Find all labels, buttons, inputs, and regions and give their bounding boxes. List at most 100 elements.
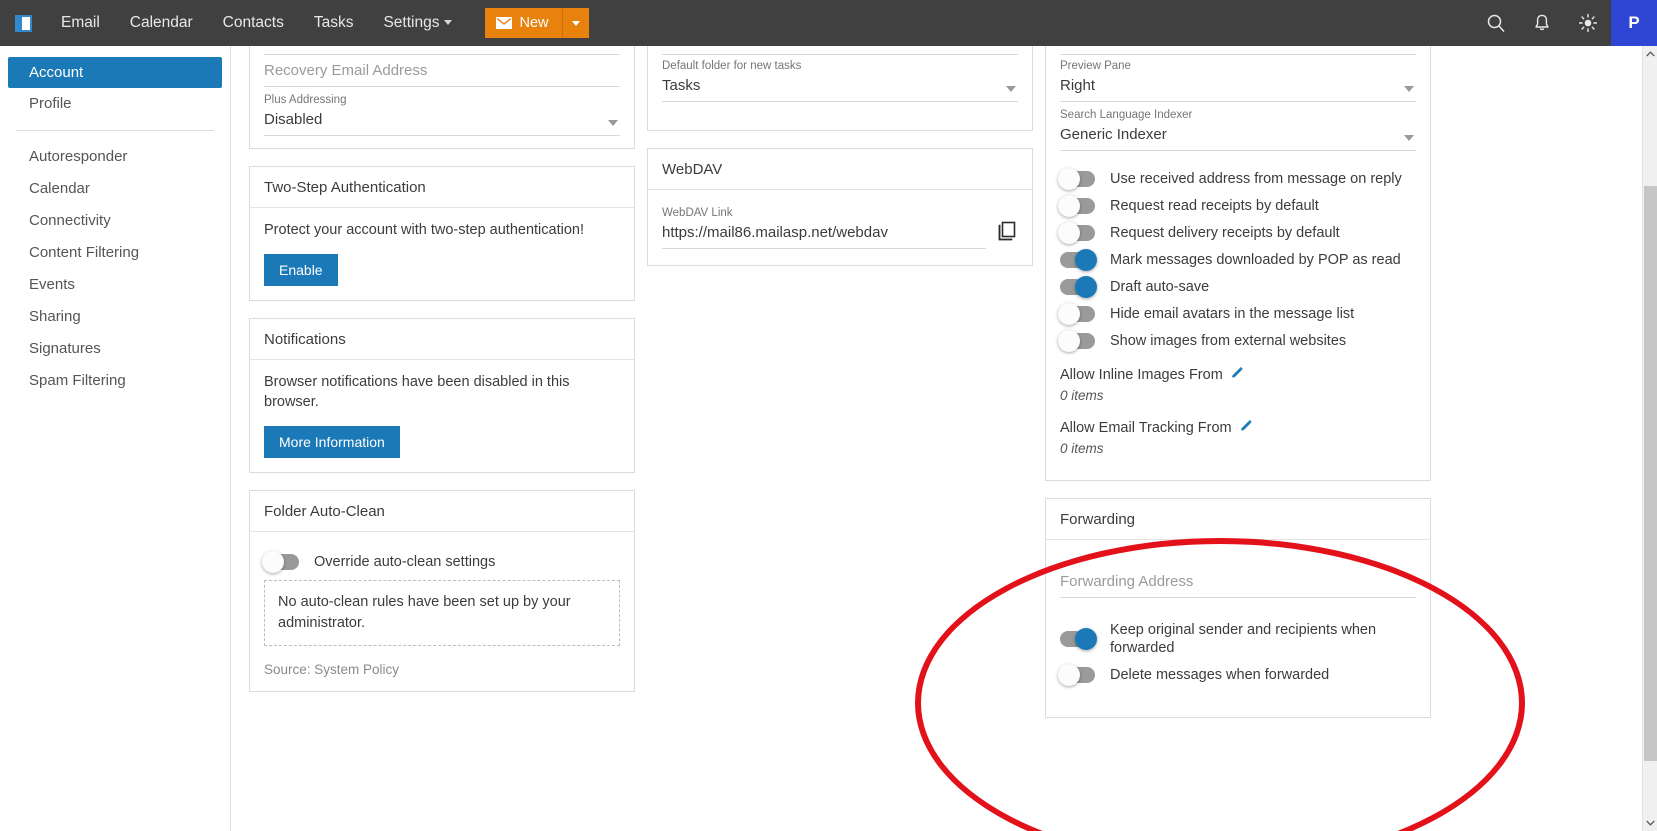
notifications-title: Notifications: [250, 319, 634, 360]
bell-icon[interactable]: [1519, 0, 1565, 46]
nav-item-email[interactable]: Email: [46, 0, 115, 46]
allow-inline-images-row: Allow Inline Images From: [1060, 366, 1416, 384]
draft-auto-save-label: Draft auto-save: [1110, 279, 1210, 295]
nav-item-tasks[interactable]: Tasks: [299, 0, 369, 46]
webdav-link-row: WebDAV Link https://mail86.mailasp.net/w…: [662, 202, 1018, 251]
panel-toggle-button[interactable]: [0, 0, 46, 46]
request-read-receipts-label: Request read receipts by default: [1110, 198, 1319, 214]
sidebar-item-spam-filtering[interactable]: Spam Filtering: [8, 365, 222, 396]
copy-icon[interactable]: [996, 220, 1018, 247]
preview-pane-select[interactable]: Preview Pane Right: [1060, 55, 1416, 102]
hide-avatars-toggle[interactable]: [1058, 303, 1095, 325]
sidebar-item-calendar[interactable]: Calendar: [8, 173, 222, 204]
two-step-authentication-card: Two-Step Authentication Protect your acc…: [249, 166, 635, 301]
plus-addressing-value: Disabled: [264, 111, 323, 128]
toggle-row: Mark messages downloaded by POP as read: [1060, 249, 1416, 271]
sidebar-item-signatures[interactable]: Signatures: [8, 333, 222, 364]
allow-email-tracking-count: 0 items: [1060, 441, 1104, 456]
field-underline: [1060, 101, 1416, 102]
mail-settings-card: Preview Pane Right Search Language Index…: [1045, 46, 1431, 481]
scrollbar-thumb[interactable]: [1644, 186, 1657, 761]
request-delivery-receipts-toggle[interactable]: [1058, 222, 1095, 244]
nav-item-settings[interactable]: Settings: [368, 0, 467, 46]
pencil-icon[interactable]: [1239, 419, 1253, 437]
settings-sidebar: Account Profile Autoresponder Calendar C…: [0, 46, 231, 831]
top-bar-actions: P: [1473, 0, 1657, 46]
scroll-down-arrow-icon[interactable]: [1643, 815, 1657, 831]
toggle-row: Draft auto-save: [1060, 276, 1416, 298]
sidebar-item-sharing[interactable]: Sharing: [8, 301, 222, 332]
toggle-knob: [1075, 276, 1097, 298]
more-information-button[interactable]: More Information: [264, 426, 400, 458]
request-read-receipts-toggle[interactable]: [1058, 195, 1095, 217]
keep-original-sender-toggle[interactable]: [1060, 628, 1097, 650]
toggle-knob: [262, 551, 284, 573]
enable-two-step-button[interactable]: Enable: [264, 254, 338, 286]
use-received-address-toggle[interactable]: [1058, 168, 1095, 190]
new-button-group: New: [485, 8, 589, 38]
sidebar-divider: [16, 130, 214, 131]
webdav-link-value: https://mail86.mailasp.net/webdav: [662, 224, 888, 241]
forwarding-address-field[interactable]: Forwarding Address: [1060, 566, 1416, 598]
delete-when-forwarded-toggle[interactable]: [1058, 664, 1095, 686]
default-task-folder-label: Default folder for new tasks: [662, 60, 802, 72]
draft-auto-save-toggle[interactable]: [1060, 276, 1097, 298]
vertical-scrollbar[interactable]: [1642, 46, 1657, 831]
webdav-title: WebDAV: [648, 149, 1032, 190]
search-icon[interactable]: [1473, 0, 1519, 46]
toggle-knob: [1058, 168, 1080, 190]
notifications-card: Notifications Browser notifications have…: [249, 318, 635, 473]
toggle-row: Use received address from message on rep…: [1058, 168, 1416, 190]
new-button-dropdown[interactable]: [561, 8, 589, 38]
chevron-down-icon: [444, 20, 453, 26]
request-delivery-receipts-label: Request delivery receipts by default: [1110, 225, 1340, 241]
folder-auto-clean-card: Folder Auto-Clean Override auto-clean se…: [249, 490, 635, 692]
sidebar-item-content-filtering[interactable]: Content Filtering: [8, 237, 222, 268]
envelope-icon: [496, 17, 513, 29]
pencil-icon[interactable]: [1230, 366, 1244, 384]
panel-toggle-icon: [14, 14, 32, 32]
field-underline: [264, 86, 620, 87]
field-underline: [1060, 150, 1416, 151]
forwarding-address-placeholder: Forwarding Address: [1060, 573, 1194, 590]
recovery-email-field[interactable]: Recovery Email Address: [264, 55, 620, 87]
override-auto-clean-toggle[interactable]: [262, 551, 299, 573]
webdav-link-field[interactable]: WebDAV Link https://mail86.mailasp.net/w…: [662, 202, 986, 249]
mark-pop-as-read-toggle[interactable]: [1060, 249, 1097, 271]
allow-email-tracking-label: Allow Email Tracking From: [1060, 420, 1232, 436]
override-auto-clean-row: Override auto-clean settings: [262, 551, 620, 573]
search-indexer-select[interactable]: Search Language Indexer Generic Indexer: [1060, 104, 1416, 151]
forwarding-card: Forwarding Forwarding Address Keep origi…: [1045, 498, 1431, 718]
folder-auto-clean-body: Override auto-clean settings No auto-cle…: [250, 532, 634, 691]
field-underline: [662, 101, 1018, 102]
toggle-knob: [1058, 303, 1080, 325]
preview-pane-label: Preview Pane: [1060, 60, 1131, 72]
field-underline: [264, 135, 620, 136]
use-received-address-label: Use received address from message on rep…: [1110, 171, 1402, 187]
preview-pane-value: Right: [1060, 77, 1096, 94]
chevron-down-icon: [571, 20, 580, 26]
nav-item-contacts[interactable]: Contacts: [208, 0, 299, 46]
default-task-folder-select[interactable]: Default folder for new tasks Tasks: [662, 55, 1018, 102]
auto-clean-source: Source: System Policy: [264, 662, 400, 677]
scroll-up-arrow-icon[interactable]: [1643, 46, 1657, 62]
show-external-images-toggle[interactable]: [1058, 330, 1095, 352]
nav-item-calendar[interactable]: Calendar: [115, 0, 208, 46]
keep-original-sender-label: Keep original sender and recipients when…: [1110, 622, 1377, 656]
sidebar-item-events[interactable]: Events: [8, 269, 222, 300]
avatar[interactable]: P: [1611, 0, 1657, 46]
new-button[interactable]: New: [485, 8, 562, 38]
allow-email-tracking-row: Allow Email Tracking From: [1060, 419, 1416, 437]
sidebar-item-account[interactable]: Account: [8, 57, 222, 88]
sidebar-item-connectivity[interactable]: Connectivity: [8, 205, 222, 236]
mail-settings-body: Preview Pane Right Search Language Index…: [1046, 46, 1430, 480]
brightness-icon[interactable]: [1565, 0, 1611, 46]
mark-pop-as-read-label: Mark messages downloaded by POP as read: [1110, 252, 1401, 268]
sidebar-item-profile[interactable]: Profile: [8, 88, 222, 119]
sidebar-item-autoresponder[interactable]: Autoresponder: [8, 141, 222, 172]
toggle-row: Request read receipts by default: [1058, 195, 1416, 217]
toggle-row: Keep original sender and recipients when…: [1060, 621, 1416, 657]
plus-addressing-select[interactable]: Plus Addressing Disabled: [264, 89, 620, 136]
toggle-knob: [1075, 628, 1097, 650]
